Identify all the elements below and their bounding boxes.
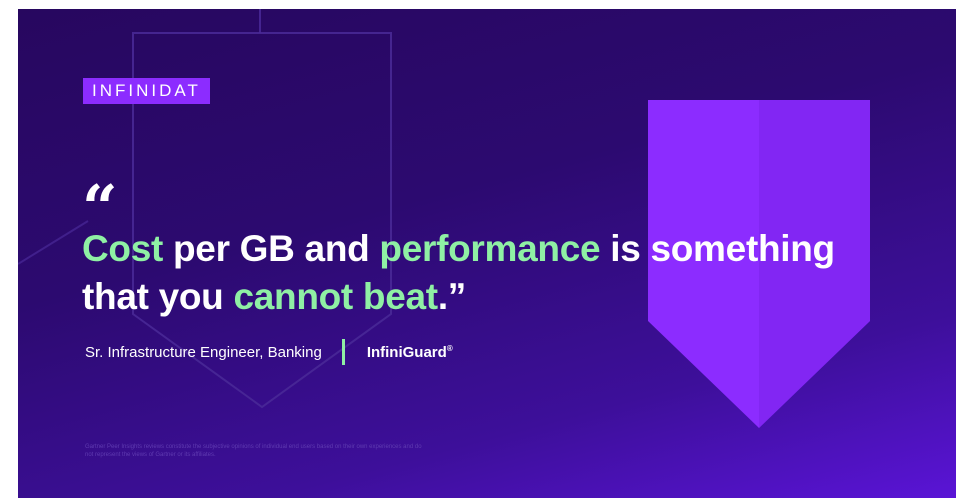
background-outline-line	[18, 220, 89, 265]
quote-highlight: performance	[379, 228, 601, 269]
registered-mark: ®	[446, 343, 453, 353]
quote-segment: .”	[437, 276, 466, 317]
quote-card: INFINIDAT “ Cost per GB and performance …	[18, 9, 956, 498]
quote-text: Cost per GB and performance is something…	[82, 225, 842, 321]
product-name: InfiniGuard®	[367, 344, 453, 361]
product-name-text: InfiniGuard	[366, 343, 447, 361]
disclaimer-text: Gartner Peer Insights reviews constitute…	[85, 444, 422, 458]
attribution-role: Sr. Infrastructure Engineer, Banking	[85, 343, 322, 361]
quote-highlight: cannot beat	[233, 276, 438, 317]
quote-highlight: Cost	[82, 228, 164, 269]
attribution: Sr. Infrastructure Engineer, Banking Inf…	[85, 339, 453, 365]
infinidat-logo: INFINIDAT	[83, 78, 210, 104]
attribution-divider	[341, 339, 345, 365]
quote-segment: per GB and	[163, 228, 380, 269]
